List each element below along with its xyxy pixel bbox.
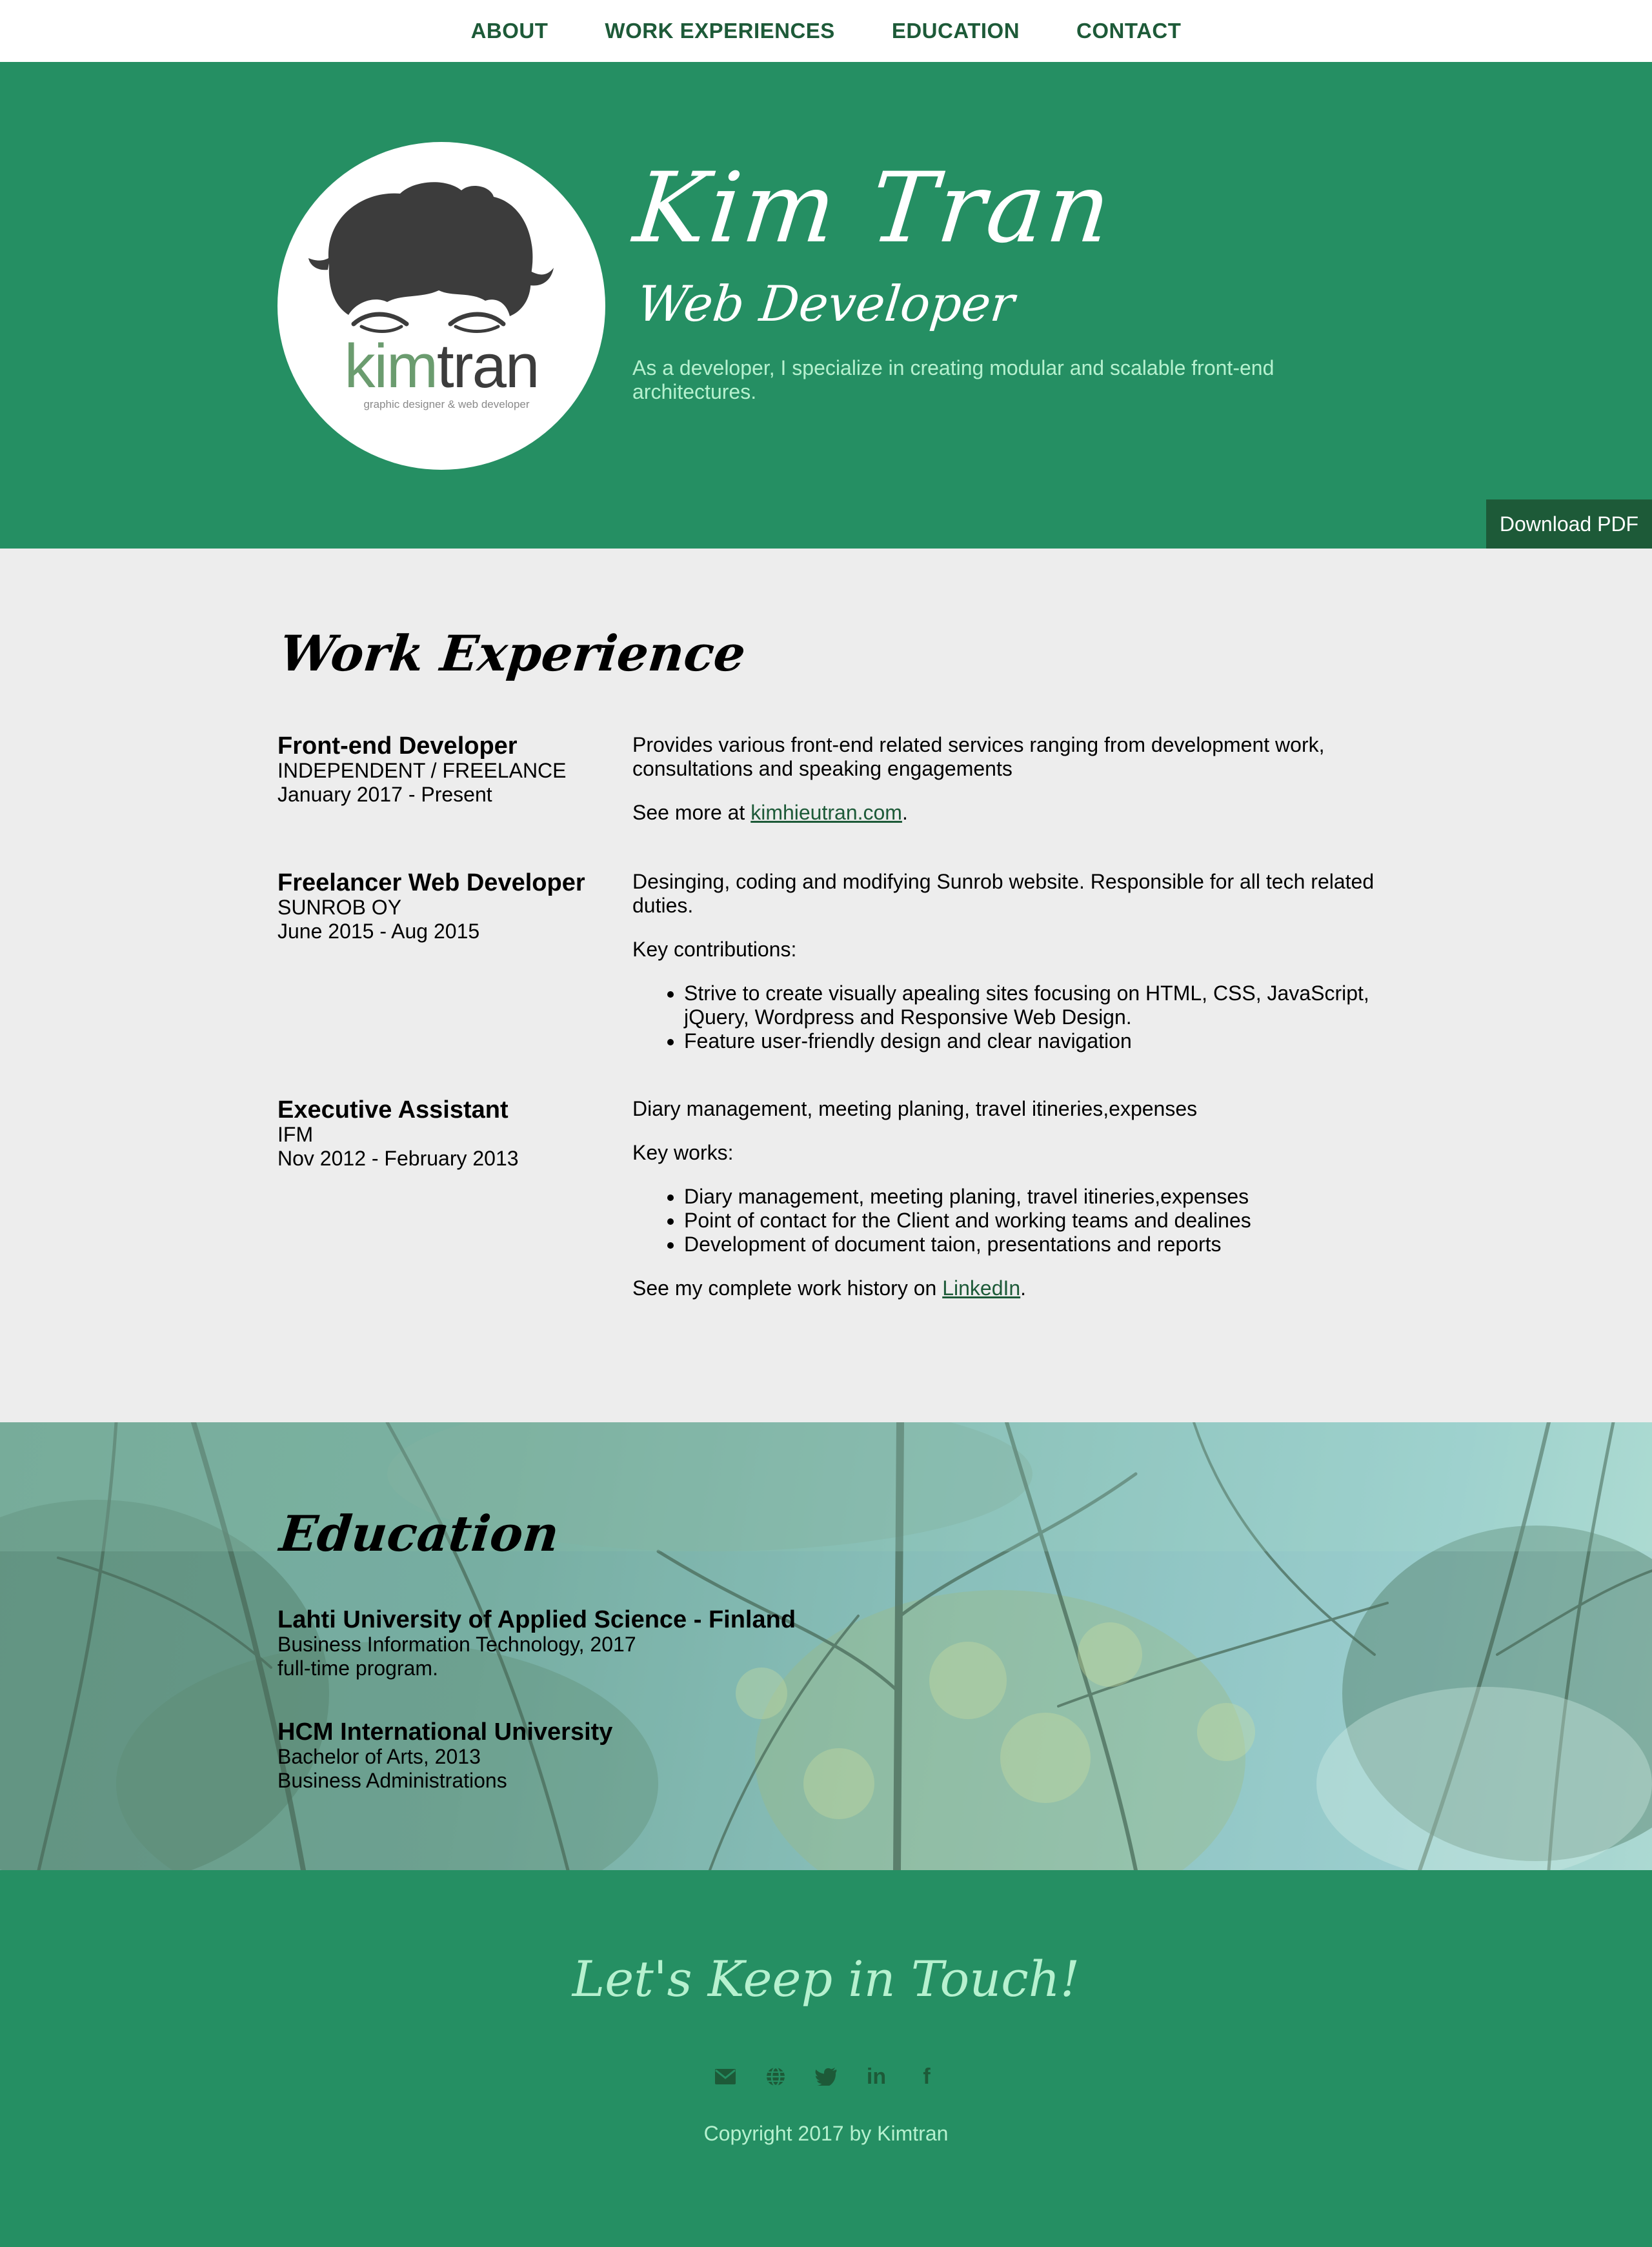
facebook-icon[interactable]: f: [914, 2064, 940, 2090]
nav-link-contact[interactable]: CONTACT: [1076, 19, 1181, 43]
job-period: January 2017 - Present: [277, 783, 492, 806]
education-section: Education Lahti University of Applied Sc…: [0, 1422, 1652, 1870]
job-list-heading: Key contributions:: [632, 938, 797, 961]
job-description: Diary management, meeting planing, trave…: [632, 1097, 1198, 1120]
svg-text:kimtran: kimtran: [345, 332, 539, 401]
nav-link-work-experiences[interactable]: WORK EXPERIENCES: [605, 19, 834, 43]
hero-role: Web Developer: [634, 275, 1018, 332]
see-more-suffix: .: [902, 801, 908, 824]
job-period: Nov 2012 - February 2013: [277, 1147, 519, 1170]
job-bullet-list: Diary management, meeting planing, trave…: [684, 1185, 1394, 1256]
school-degree: Bachelor of Arts, 2013: [277, 1745, 481, 1768]
linkedin-link[interactable]: LinkedIn: [942, 1276, 1020, 1300]
school-name: HCM International University: [277, 1718, 613, 1746]
list-item: Diary management, meeting planing, trave…: [684, 1185, 1394, 1209]
avatar: kimtran graphic designer & web developer: [277, 142, 605, 470]
list-item: Feature user-friendly design and clear n…: [684, 1029, 1394, 1053]
job-meta: Front-end Developer INDEPENDENT / FREELA…: [277, 733, 613, 807]
globe-icon[interactable]: [763, 2064, 789, 2090]
logo-text-kim: kim: [345, 332, 437, 401]
job-title: Executive Assistant: [277, 1096, 509, 1124]
job-title: Front-end Developer: [277, 732, 518, 760]
work-history-line: See my complete work history on LinkedIn…: [632, 1276, 1394, 1300]
education-entry: Lahti University of Applied Science - Fi…: [277, 1607, 796, 1680]
logo-tagline: graphic designer & web developer: [363, 398, 529, 410]
logo-text-tran: tran: [437, 332, 538, 401]
linkedin-icon[interactable]: in: [863, 2064, 889, 2090]
hero-section: kimtran graphic designer & web developer…: [0, 62, 1652, 549]
twitter-icon[interactable]: [813, 2064, 839, 2090]
job-description: Provides various front-end related servi…: [632, 733, 1325, 780]
job-title: Freelancer Web Developer: [277, 869, 585, 896]
job-company: IFM: [277, 1123, 314, 1146]
top-nav: ABOUT WORK EXPERIENCES EDUCATION CONTACT: [0, 0, 1652, 62]
work-history-prefix: See my complete work history on: [632, 1276, 943, 1300]
hero-bio: As a developer, I specialize in creating…: [632, 356, 1274, 403]
kimtran-logo: kimtran graphic designer & web developer: [308, 182, 554, 410]
see-more-line: See more at kimhieutran.com.: [632, 801, 1394, 825]
school-name: Lahti University of Applied Science - Fi…: [277, 1606, 796, 1633]
job-body: Diary management, meeting planing, trave…: [632, 1097, 1394, 1320]
nav-link-about[interactable]: ABOUT: [471, 19, 549, 43]
job-body: Provides various front-end related servi…: [632, 733, 1394, 845]
social-links: in f: [0, 2064, 1652, 2090]
job-description: Desinging, coding and modifying Sunrob w…: [632, 870, 1375, 917]
work-experience-title: Work Experience: [277, 625, 749, 682]
nav-link-education[interactable]: EDUCATION: [892, 19, 1020, 43]
forest-background-image: [0, 1422, 1652, 1870]
work-history-suffix: .: [1020, 1276, 1027, 1300]
education-entry: HCM International University Bachelor of…: [277, 1719, 612, 1793]
list-item: Strive to create visually apealing sites…: [684, 982, 1394, 1029]
school-note: Business Administrations: [277, 1769, 507, 1792]
job-list-heading: Key works:: [632, 1141, 734, 1164]
job-period: June 2015 - Aug 2015: [277, 920, 480, 943]
job-meta: Freelancer Web Developer SUNROB OY June …: [277, 870, 613, 943]
website-link[interactable]: kimhieutran.com: [750, 801, 902, 824]
list-item: Development of document taion, presentat…: [684, 1233, 1394, 1256]
footer-title: Let's Keep in Touch!: [572, 1950, 1080, 2008]
education-title: Education: [277, 1505, 562, 1562]
download-pdf-button[interactable]: Download PDF: [1486, 499, 1652, 549]
school-note: full-time program.: [277, 1657, 438, 1680]
job-company: SUNROB OY: [277, 896, 402, 919]
hero-name: Kim Tran: [629, 152, 1118, 265]
school-degree: Business Information Technology, 2017: [277, 1633, 636, 1656]
list-item: Point of contact for the Client and work…: [684, 1209, 1394, 1233]
job-company: INDEPENDENT / FREELANCE: [277, 759, 567, 782]
job-meta: Executive Assistant IFM Nov 2012 - Febru…: [277, 1097, 613, 1171]
job-bullet-list: Strive to create visually apealing sites…: [684, 982, 1394, 1053]
footer: Let's Keep in Touch! in f Copyright 2017…: [0, 1870, 1652, 2247]
job-body: Desinging, coding and modifying Sunrob w…: [632, 870, 1394, 1073]
copyright-text: Copyright 2017 by Kimtran: [703, 2122, 949, 2145]
email-icon[interactable]: [712, 2064, 738, 2090]
see-more-prefix: See more at: [632, 801, 751, 824]
